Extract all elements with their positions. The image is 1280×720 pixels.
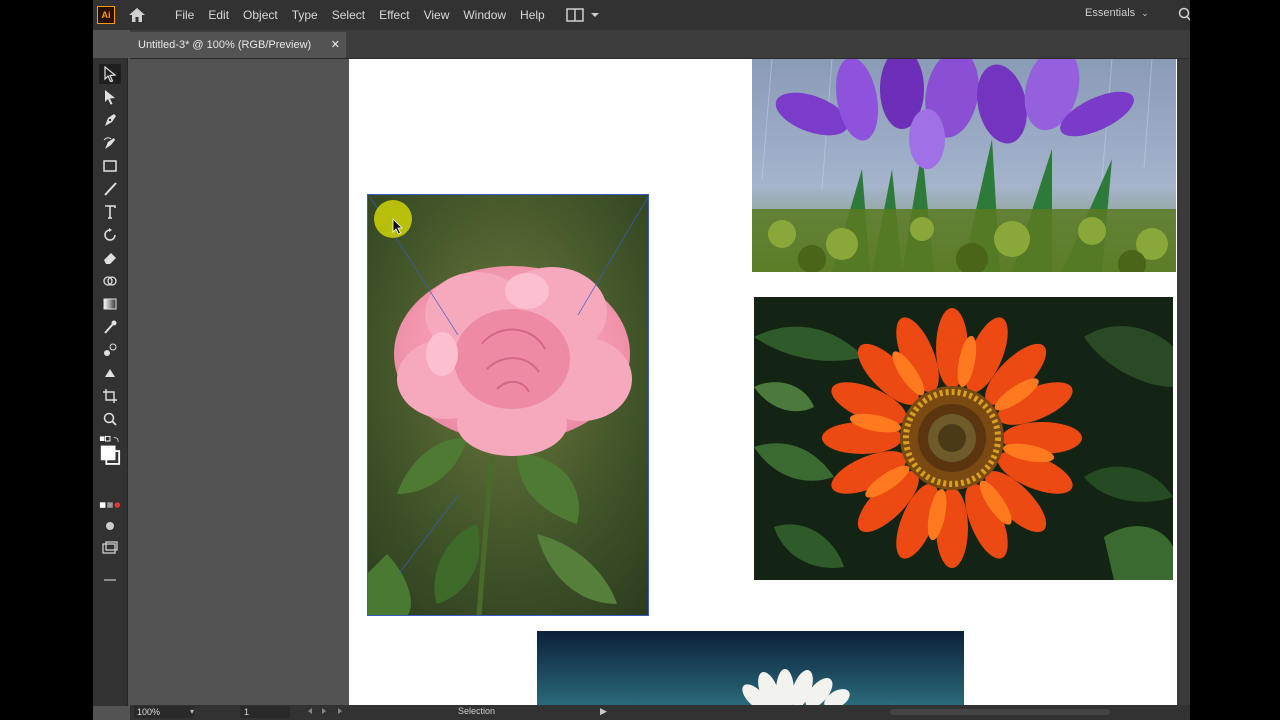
edit-toolbar-button[interactable] [99, 570, 121, 590]
draw-mode-button[interactable] [99, 516, 121, 536]
app-logo: Ai [97, 6, 115, 24]
rotate-tool[interactable] [99, 225, 121, 245]
search-icon [1178, 7, 1190, 21]
artboard-navigation[interactable] [298, 706, 358, 718]
more-tools-icon [104, 579, 116, 581]
direct-selection-tool[interactable] [99, 87, 121, 107]
canvas-area[interactable] [130, 59, 1190, 705]
fill-stroke-icon [99, 435, 121, 465]
menu-object[interactable]: Object [243, 8, 278, 22]
menu-view[interactable]: View [424, 8, 450, 22]
artboard[interactable] [349, 59, 1190, 705]
status-text: Selection [458, 706, 496, 716]
daisy-photo[interactable] [537, 631, 964, 705]
home-button[interactable] [127, 6, 147, 24]
live-paint-tool-icon [105, 369, 115, 377]
type-tool-icon [105, 205, 116, 219]
crocus-photo[interactable] [752, 59, 1176, 272]
type-tool[interactable] [99, 202, 121, 222]
menu-window[interactable]: Window [463, 8, 506, 22]
artboard-number-field[interactable]: 1 [240, 706, 290, 718]
menu-file[interactable]: File [175, 8, 194, 22]
tools-panel [93, 58, 128, 706]
eyedropper-tool[interactable] [99, 317, 121, 337]
eyedropper-tool-icon [104, 320, 117, 334]
draw-mode-icon [106, 522, 114, 530]
chevron-down-icon: ▾ [190, 707, 195, 716]
arrange-documents-button[interactable] [565, 7, 605, 23]
workspace-label: Essentials [1085, 7, 1136, 19]
arrange-documents-icon [566, 8, 599, 22]
fill-stroke-swatches[interactable] [99, 435, 121, 465]
mouse-pointer-icon [392, 218, 404, 241]
screen-mode-icon [102, 541, 118, 554]
curvature-tool[interactable] [99, 133, 121, 153]
eraser-tool-icon [104, 253, 116, 264]
menu-help[interactable]: Help [520, 8, 545, 22]
search-button[interactable] [1178, 7, 1190, 26]
gazania-photo[interactable] [754, 297, 1173, 580]
document-tab[interactable]: Untitled-3* @ 100% (RGB/Preview) ✕ [130, 32, 346, 58]
document-tab-bar: Untitled-3* @ 100% (RGB/Preview) ✕ [130, 30, 1190, 59]
color-mode-buttons[interactable] [99, 496, 121, 516]
selection-tool[interactable] [99, 64, 121, 84]
rotate-tool-icon [104, 228, 116, 241]
artboard-tool[interactable] [99, 386, 121, 406]
shape-builder-tool-icon [103, 276, 117, 286]
direct-selection-tool-icon [105, 90, 115, 105]
zoom-value: 100% [137, 707, 161, 717]
gradient-tool[interactable] [99, 294, 121, 314]
paintbrush-tool-icon [104, 182, 117, 196]
home-icon [129, 8, 145, 22]
play-icon[interactable]: ▶ [600, 706, 607, 717]
illustrator-window: Ai File Edit Object Type Select Effect V… [93, 0, 1190, 720]
pen-tool[interactable] [99, 110, 121, 130]
vertical-scrollbar[interactable] [1177, 59, 1190, 705]
menu-type[interactable]: Type [292, 8, 318, 22]
blend-tool[interactable] [99, 340, 121, 360]
menu-edit[interactable]: Edit [208, 8, 229, 22]
menu-effect[interactable]: Effect [379, 8, 409, 22]
navigation-arrows-icon [308, 708, 342, 714]
eraser-tool[interactable] [99, 248, 121, 268]
selection-tool-icon [104, 66, 117, 82]
close-icon[interactable]: ✕ [331, 38, 340, 51]
main-menu: File Edit Object Type Select Effect View… [175, 0, 559, 30]
document-tab-title: Untitled-3* @ 100% (RGB/Preview) [138, 39, 312, 51]
gradient-tool-icon [103, 298, 117, 310]
artboard-number: 1 [244, 707, 250, 717]
rectangle-tool[interactable] [99, 156, 121, 176]
zoom-level-field[interactable]: 100% ▾ [134, 706, 194, 718]
paintbrush-tool[interactable] [99, 179, 121, 199]
screen-mode-button[interactable] [99, 538, 121, 558]
workspace-switcher[interactable]: Essentials ⌄ [1085, 7, 1149, 19]
zoom-tool-icon [103, 412, 117, 426]
menu-select[interactable]: Select [332, 8, 365, 22]
live-paint-tool[interactable] [99, 363, 121, 383]
zoom-tool[interactable] [99, 409, 121, 429]
pen-tool-icon [105, 114, 116, 126]
rectangle-tool-icon [103, 160, 117, 172]
chevron-down-icon: ⌄ [1141, 8, 1149, 18]
curvature-tool-icon [103, 137, 115, 149]
color-mode-icon [99, 502, 121, 508]
rose-photo[interactable] [367, 194, 649, 616]
menu-bar: Ai File Edit Object Type Select Effect V… [93, 0, 1190, 30]
blend-tool-icon [104, 343, 117, 356]
artboard-tool-icon [103, 389, 117, 403]
status-bar: 100% ▾ 1 Selection ▶ [130, 705, 1190, 720]
shape-builder-tool[interactable] [99, 271, 121, 291]
horizontal-scrollbar[interactable] [890, 709, 1110, 715]
